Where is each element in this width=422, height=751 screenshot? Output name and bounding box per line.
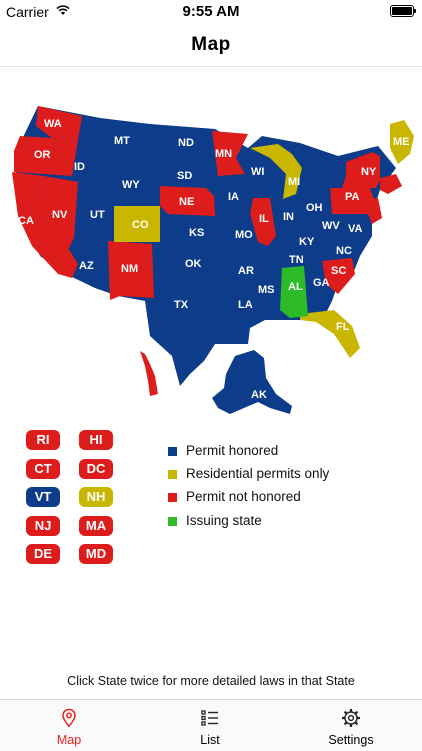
state-label-ms: MS [258, 284, 275, 296]
state-label-il: IL [259, 213, 269, 225]
state-ak[interactable] [212, 350, 292, 414]
tab-label: Settings [328, 733, 374, 747]
state-label-mo: MO [235, 229, 253, 241]
legend-swatch-honored [168, 447, 177, 456]
state-label-al: AL [288, 281, 303, 293]
us-map: WA OR CA NV ID MT WY UT CO AZ NM ND SD N… [0, 96, 422, 426]
navigation-bar: Map [0, 24, 422, 67]
state-button-nh[interactable]: NH [79, 487, 113, 507]
state-label-az: AZ [79, 260, 94, 272]
state-label-ak: AK [251, 389, 267, 401]
state-label-ut: UT [90, 209, 105, 221]
state-label-ky: KY [299, 236, 315, 248]
legend-label: Permit honored [186, 443, 279, 458]
state-label-or: OR [34, 149, 51, 161]
state-label-wi: WI [251, 166, 264, 178]
page-title: Map [191, 34, 231, 55]
list-icon [201, 710, 218, 726]
state-button-nj[interactable]: NJ [26, 516, 60, 536]
state-label-ne: NE [179, 196, 194, 208]
state-label-oh: OH [306, 202, 323, 214]
state-label-wy: WY [122, 179, 140, 191]
tab-label: Map [56, 733, 82, 747]
tab-list[interactable]: List [150, 700, 270, 751]
state-label-va: VA [348, 223, 363, 235]
state-button-ri[interactable]: RI [26, 430, 60, 450]
state-button-ct[interactable]: CT [26, 459, 60, 479]
legend-swatch-residential [168, 470, 177, 479]
state-button-de[interactable]: DE [26, 544, 60, 564]
state-label-nm: NM [121, 263, 138, 275]
state-hi[interactable] [140, 351, 158, 396]
us-map-svg: WA OR CA NV ID MT WY UT CO AZ NM ND SD N… [12, 106, 414, 414]
legend-label: Issuing state [186, 513, 262, 528]
state-label-tx: TX [174, 299, 189, 311]
state-label-id: ID [74, 161, 85, 173]
map-pin-icon [62, 708, 76, 728]
state-button-vt[interactable]: VT [26, 487, 60, 507]
state-label-fl: FL [336, 321, 350, 333]
state-label-wv: WV [322, 220, 340, 232]
state-label-mn: MN [215, 148, 232, 160]
state-label-in: IN [283, 211, 294, 223]
state-button-dc[interactable]: DC [79, 459, 113, 479]
state-label-sc: SC [331, 265, 346, 277]
gear-icon [342, 709, 360, 727]
battery-icon [390, 5, 416, 17]
state-button-ma[interactable]: MA [79, 516, 113, 536]
state-label-nc: NC [336, 245, 352, 257]
tab-bar: Map List Settings [0, 699, 422, 751]
tab-map[interactable]: Map [9, 700, 129, 751]
legend-swatch-not-honored [168, 493, 177, 502]
state-label-pa: PA [345, 191, 360, 203]
clock: 9:55 AM [182, 3, 240, 20]
state-button-hi[interactable]: HI [79, 430, 113, 450]
state-label-nv: NV [52, 209, 68, 221]
map-hint-text: Click State twice for more detailed laws… [67, 674, 355, 688]
legend-label: Permit not honored [186, 489, 301, 504]
state-label-tn: TN [289, 254, 304, 266]
state-label-ny: NY [361, 166, 377, 178]
status-bar: Carrier 9:55 AM [0, 0, 422, 24]
tab-settings[interactable]: Settings [291, 700, 411, 751]
state-label-ga: GA [313, 277, 330, 289]
state-label-ca: CA [18, 215, 34, 227]
state-label-ok: OK [185, 258, 202, 270]
state-label-mi: MI [288, 176, 300, 188]
state-label-wa: WA [44, 118, 62, 130]
state-fl[interactable] [300, 310, 360, 358]
state-label-mt: MT [114, 135, 130, 147]
state-label-me: ME [393, 136, 410, 148]
state-label-nd: ND [178, 137, 194, 149]
tab-label: List [200, 733, 220, 747]
state-label-ks: KS [189, 227, 204, 239]
state-label-ar: AR [238, 265, 254, 277]
legend-swatch-issuing [168, 517, 177, 526]
state-label-la: LA [238, 299, 253, 311]
state-label-co: CO [132, 219, 149, 231]
legend-label: Residential permits only [186, 466, 330, 481]
state-button-md[interactable]: MD [79, 544, 113, 564]
state-label-ia: IA [228, 191, 239, 203]
state-label-sd: SD [177, 170, 192, 182]
